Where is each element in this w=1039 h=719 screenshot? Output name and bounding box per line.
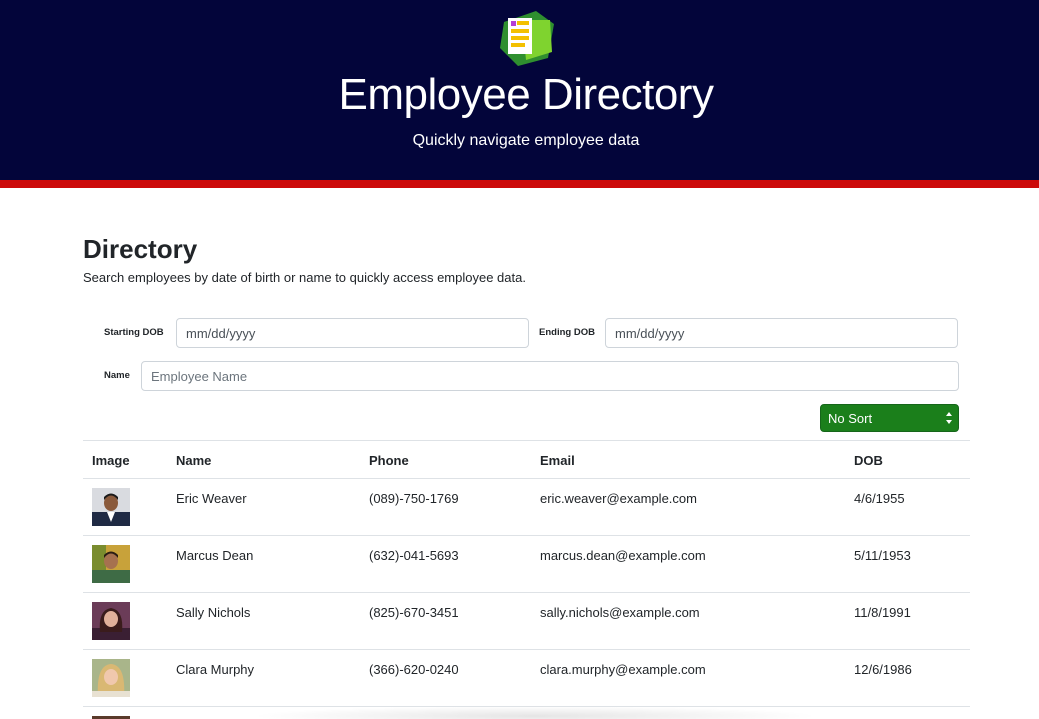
header-dob[interactable]: DOB: [854, 453, 883, 468]
employee-avatar: [92, 545, 130, 583]
select-arrows-icon: [946, 412, 952, 424]
section-title: Directory: [83, 234, 198, 264]
app-header: Employee Directory Quickly navigate empl…: [0, 0, 1039, 180]
employee-phone: (089)-750-1769: [369, 491, 459, 506]
employee-avatar: [92, 602, 130, 640]
table-row: Sally Nichols (825)-670-3451 sally.nicho…: [83, 593, 970, 650]
employee-name: Marcus Dean: [176, 548, 254, 563]
header-accent-stripe: [0, 180, 1039, 188]
employee-phone: (366)-620-0240: [369, 662, 459, 677]
employee-dob: 11/8/1991: [854, 605, 911, 620]
sort-select-value: No Sort: [828, 410, 873, 426]
employee-dob: 4/6/1955: [854, 491, 905, 506]
employee-name: Clara Murphy: [176, 662, 255, 677]
header-image[interactable]: Image: [92, 453, 130, 468]
employee-email: eric.weaver@example.com: [540, 491, 697, 506]
employee-email: marcus.dean@example.com: [540, 548, 706, 563]
employee-avatar: [92, 488, 130, 526]
employee-name: Sally Nichols: [176, 605, 251, 620]
employee-name: Eric Weaver: [176, 491, 247, 506]
table-header-row: Image Name Phone Email DOB: [83, 440, 970, 479]
table-row: Clara Murphy (366)-620-0240 clara.murphy…: [83, 650, 970, 707]
employee-dob: 12/6/1986: [854, 662, 912, 677]
sort-select[interactable]: No Sort: [820, 404, 959, 432]
employee-phone: (825)-670-3451: [369, 605, 459, 620]
table-row: Marcus Dean (632)-041-5693 marcus.dean@e…: [83, 536, 970, 593]
header-name[interactable]: Name: [176, 453, 211, 468]
header-email[interactable]: Email: [540, 453, 575, 468]
employee-name-input[interactable]: Employee Name: [141, 361, 959, 391]
header-phone[interactable]: Phone: [369, 453, 409, 468]
employee-dob: 5/11/1953: [854, 548, 911, 563]
section-description: Search employees by date of birth or nam…: [83, 270, 526, 285]
employee-email: clara.murphy@example.com: [540, 662, 706, 677]
employee-table: Image Name Phone Email DOB Eric Weaver (…: [83, 440, 970, 719]
app-subtitle: Quickly navigate employee data: [412, 132, 640, 149]
app-title: Employee Directory: [338, 70, 714, 119]
start-dob-label: Starting DOB: [104, 327, 164, 338]
end-dob-input[interactable]: mm/dd/yyyy: [605, 318, 958, 348]
employee-phone: (632)-041-5693: [369, 548, 459, 563]
start-dob-input[interactable]: mm/dd/yyyy: [176, 318, 529, 348]
end-dob-label: Ending DOB: [539, 327, 595, 338]
employee-email: sally.nichols@example.com: [540, 605, 700, 620]
employee-avatar: [92, 659, 130, 697]
bottom-shadow: [250, 706, 820, 719]
table-row: Eric Weaver (089)-750-1769 eric.weaver@e…: [83, 479, 970, 536]
name-label: Name: [104, 370, 130, 381]
document-folder-icon: [500, 11, 554, 66]
